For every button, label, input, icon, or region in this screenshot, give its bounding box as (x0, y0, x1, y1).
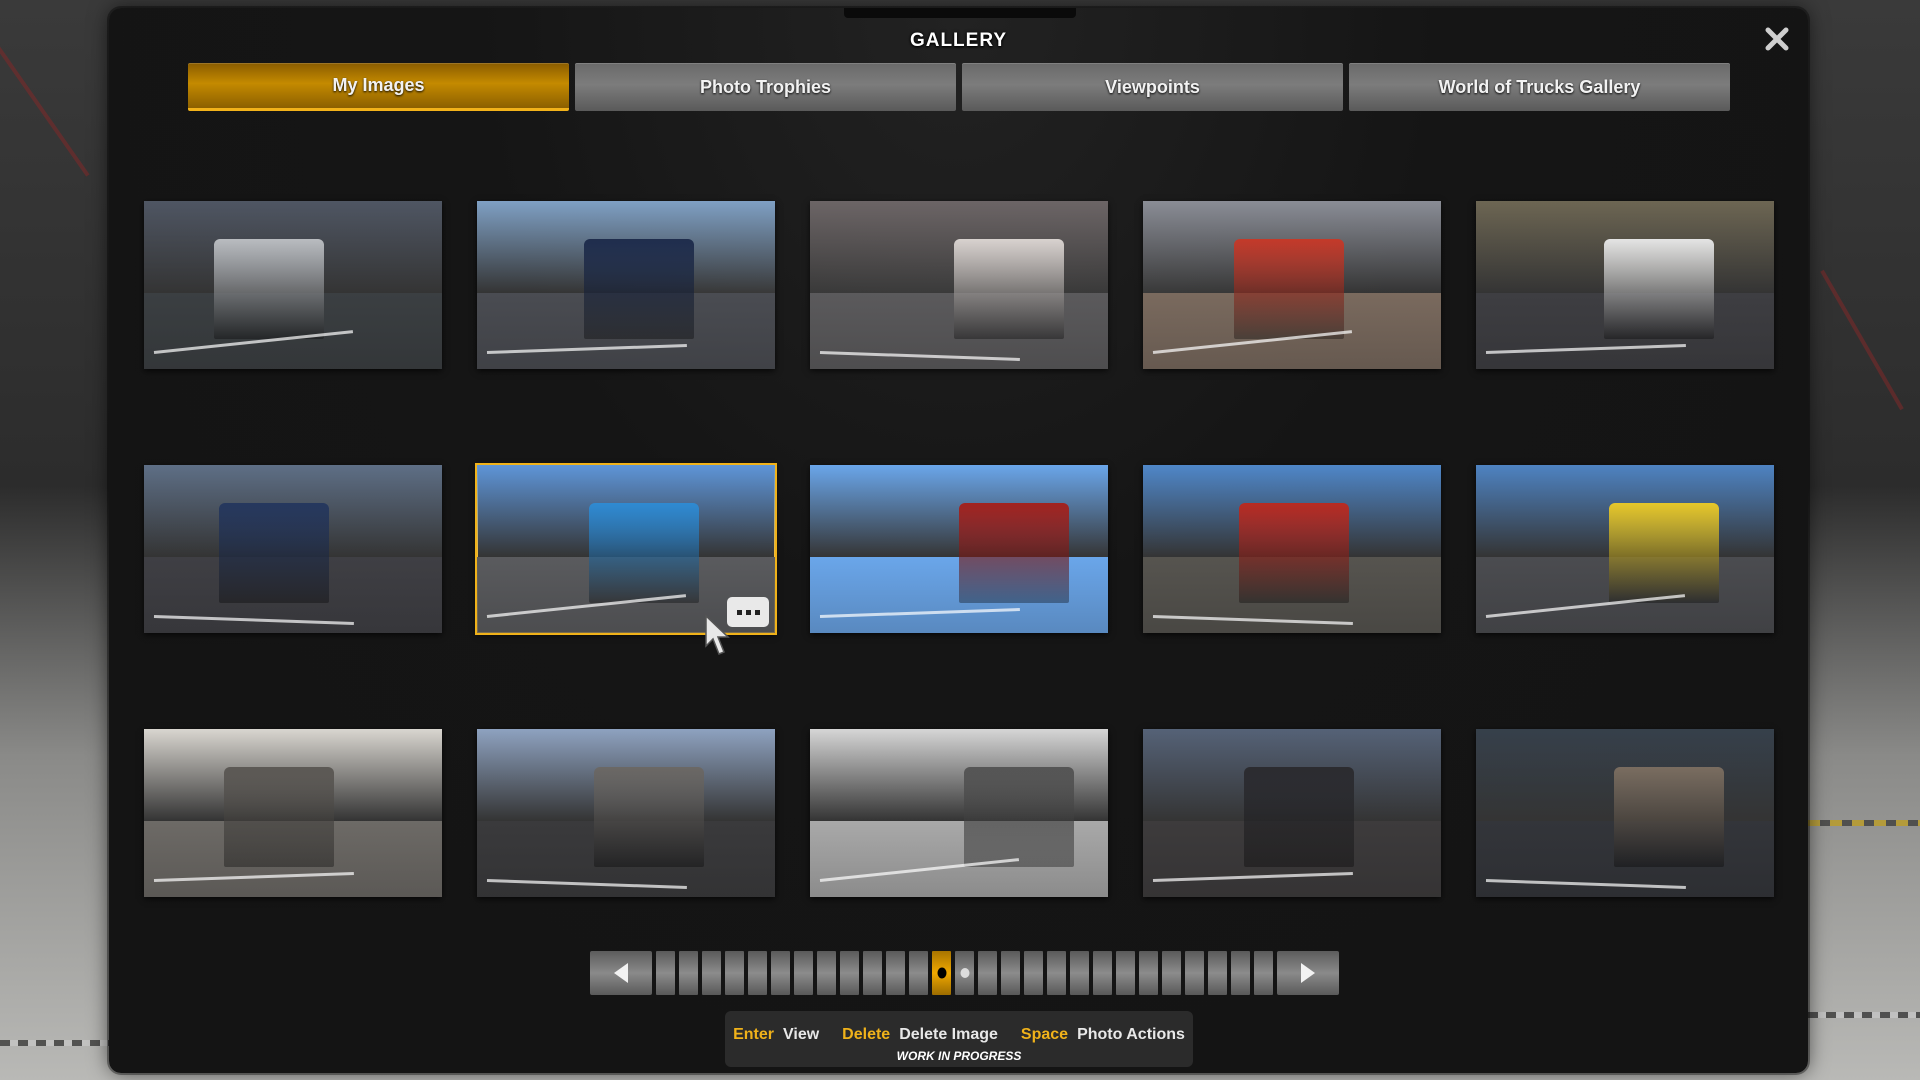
hint-key-space: Space (1020, 1026, 1069, 1043)
page-segment[interactable] (840, 951, 859, 995)
gallery-thumbnail[interactable] (144, 465, 442, 633)
page-segment[interactable] (1254, 951, 1273, 995)
thumbnail-truck (1604, 239, 1714, 339)
page-segment[interactable] (679, 951, 698, 995)
more-dots-icon (754, 609, 760, 615)
page-segment[interactable] (702, 951, 721, 995)
gallery-thumbnail[interactable] (810, 729, 1108, 897)
page-selector (590, 951, 1339, 995)
arrow-left-icon (614, 963, 628, 983)
page-segment[interactable] (1116, 951, 1135, 995)
gallery-thumbnail[interactable] (1476, 201, 1774, 369)
tab-world-of-trucks-gallery[interactable]: World of Trucks Gallery (1349, 63, 1730, 111)
hint-label-view: View (783, 1026, 820, 1043)
gallery-thumbnail[interactable] (144, 201, 442, 369)
gallery-thumbnail[interactable] (1476, 729, 1774, 897)
page-segment[interactable] (978, 951, 997, 995)
page-segment[interactable] (817, 951, 836, 995)
background-road-marking (1808, 1012, 1920, 1018)
gallery-thumbnail[interactable] (475, 463, 777, 635)
gallery-thumbnail[interactable] (477, 729, 775, 897)
thumbnail-truck (1234, 239, 1344, 339)
gallery-thumbnail[interactable] (1143, 729, 1441, 897)
gallery-thumbnail[interactable] (477, 201, 775, 369)
thumbnail-truck (219, 503, 329, 603)
tab-label: World of Trucks Gallery (1438, 76, 1641, 97)
page-segment[interactable] (1001, 951, 1020, 995)
next-page-button[interactable] (1277, 951, 1339, 995)
close-button[interactable] (1762, 24, 1792, 54)
more-dots-icon (745, 609, 751, 615)
thumbnail-truck (224, 767, 334, 867)
tab-photo-trophies[interactable]: Photo Trophies (575, 63, 956, 111)
page-segment[interactable] (863, 951, 882, 995)
more-dots-icon (736, 609, 742, 615)
previous-page-button[interactable] (590, 951, 652, 995)
page-segment[interactable] (1139, 951, 1158, 995)
page-segment[interactable] (748, 951, 767, 995)
gallery-thumbnail[interactable] (144, 729, 442, 897)
tab-viewpoints[interactable]: Viewpoints (962, 63, 1343, 111)
page-segment[interactable] (1047, 951, 1066, 995)
page-segment[interactable] (656, 951, 675, 995)
window-title: GALLERY (909, 30, 1008, 51)
page-segment[interactable] (771, 951, 790, 995)
page-segment[interactable] (725, 951, 744, 995)
tab-my-images[interactable]: My Images (188, 63, 569, 111)
page-dot-icon (937, 967, 946, 979)
page-segment[interactable] (1070, 951, 1089, 995)
gallery-thumbnail[interactable] (1143, 201, 1441, 369)
gallery-thumbnail[interactable] (810, 201, 1108, 369)
page-segments (656, 951, 1273, 995)
hint-label-delete-image: Delete Image (899, 1026, 998, 1043)
hint-key-enter: Enter (733, 1026, 774, 1043)
hint-label-photo-actions: Photo Actions (1077, 1026, 1185, 1043)
background-beam (1820, 269, 1904, 411)
background-road-marking (1808, 820, 1920, 826)
page-segment[interactable] (886, 951, 905, 995)
work-in-progress-note: WORK IN PROGRESS (896, 1049, 1022, 1063)
gallery-thumbnail[interactable] (1143, 465, 1441, 633)
page-dot-icon (960, 968, 969, 978)
gallery-window: GALLERY My Images Photo Trophies Viewpoi… (109, 8, 1808, 1073)
thumbnail-truck (1239, 503, 1349, 603)
page-segment[interactable] (1162, 951, 1181, 995)
thumbnail-truck (584, 239, 694, 339)
page-segment[interactable] (1024, 951, 1043, 995)
gallery-tabs: My Images Photo Trophies Viewpoints Worl… (188, 63, 1730, 111)
background-beam (0, 43, 90, 177)
thumbnail-truck (964, 767, 1074, 867)
close-icon (1765, 27, 1789, 51)
thumbnail-truck (589, 503, 699, 603)
photo-actions-button[interactable] (727, 597, 769, 627)
thumbnail-truck (1614, 767, 1724, 867)
page-segment[interactable] (1093, 951, 1112, 995)
page-segment[interactable] (909, 951, 928, 995)
page-segment[interactable] (955, 951, 974, 995)
background-road-marking (0, 1040, 110, 1046)
page-segment[interactable] (794, 951, 813, 995)
hint-key-delete: Delete (842, 1026, 891, 1043)
tab-label: Photo Trophies (699, 76, 831, 97)
page-segment[interactable] (1208, 951, 1227, 995)
thumbnail-truck (594, 767, 704, 867)
controls-hint-bar: Enter View Delete Delete Image Space Pho… (725, 1011, 1193, 1067)
gallery-thumbnail[interactable] (810, 465, 1108, 633)
thumbnail-truck (1609, 503, 1719, 603)
window-drag-handle[interactable] (844, 8, 1076, 18)
tab-label: My Images (332, 75, 425, 95)
page-segment[interactable] (1185, 951, 1204, 995)
page-segment[interactable] (1231, 951, 1250, 995)
thumbnail-truck (1244, 767, 1354, 867)
gallery-thumbnail[interactable] (1476, 465, 1774, 633)
arrow-right-icon (1301, 963, 1315, 983)
tab-label: Viewpoints (1105, 76, 1200, 97)
thumbnail-truck (214, 239, 324, 339)
thumbnail-truck (959, 503, 1069, 603)
thumbnail-truck (954, 239, 1064, 339)
page-segment-current[interactable] (932, 951, 951, 995)
